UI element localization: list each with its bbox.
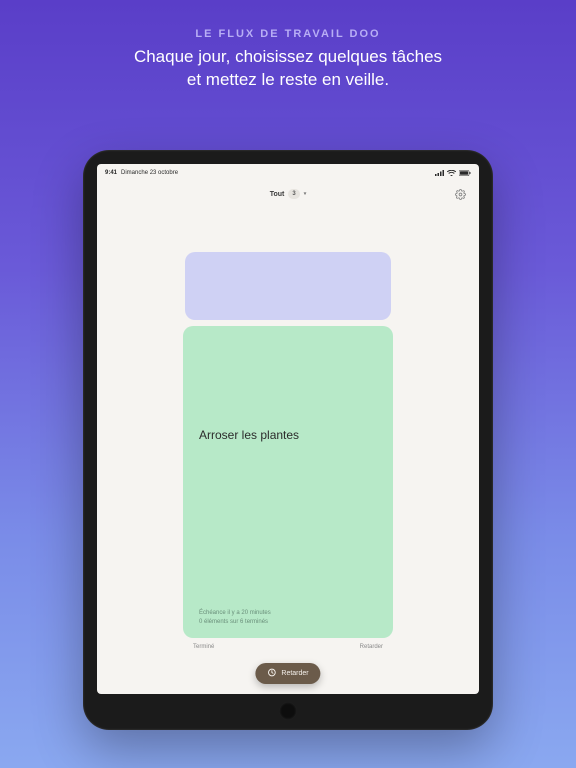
promo-headline: Chaque jour, choisissez quelques tâches … [20, 46, 556, 92]
card-stack: Arroser les plantes Échéance il y a 20 m… [183, 252, 393, 650]
promo-block: LE FLUX DE TRAVAIL DOO Chaque jour, choi… [0, 0, 576, 92]
clock-icon [267, 668, 276, 679]
action-complete[interactable]: Terminé [193, 644, 214, 650]
status-time: 9:41 [105, 170, 117, 176]
ipad-frame: 9:41 Dimanche 23 octobre Tout 3 ▾ [83, 150, 493, 730]
task-title: Arroser les plantes [199, 428, 377, 442]
snooze-pill-label: Retarder [281, 670, 308, 677]
action-snooze[interactable]: Retarder [360, 644, 383, 650]
filter-label: Tout [270, 191, 285, 198]
battery-icon [459, 170, 471, 176]
chevron-down-icon: ▾ [304, 191, 307, 197]
promo-eyebrow: LE FLUX DE TRAVAIL DOO [20, 28, 556, 40]
promo-headline-line2: et mettez le reste en veille. [187, 70, 389, 89]
task-due-text: Échéance il y a 20 minutes [199, 609, 377, 617]
settings-button[interactable] [453, 187, 467, 201]
filter-count-badge: 3 [288, 189, 299, 199]
app-header: Tout 3 ▾ [97, 178, 479, 210]
filter-dropdown[interactable]: Tout 3 ▾ [270, 189, 307, 199]
status-bar: 9:41 Dimanche 23 octobre [97, 164, 479, 178]
status-date: Dimanche 23 octobre [121, 170, 178, 176]
promo-headline-line1: Chaque jour, choisissez quelques tâches [134, 47, 442, 66]
status-bar-left: 9:41 Dimanche 23 octobre [105, 170, 178, 176]
ipad-home-button[interactable] [279, 702, 297, 720]
wifi-icon [447, 170, 456, 176]
task-meta: Échéance il y a 20 minutes 0 éléments su… [199, 609, 377, 626]
task-card-foreground[interactable]: Arroser les plantes Échéance il y a 20 m… [183, 326, 393, 638]
task-card-background[interactable] [185, 252, 391, 320]
signal-icon [435, 170, 444, 176]
snooze-pill-button[interactable]: Retarder [255, 663, 320, 684]
gear-icon [455, 189, 466, 200]
ipad-screen: 9:41 Dimanche 23 octobre Tout 3 ▾ [97, 164, 479, 694]
status-bar-right [435, 170, 471, 176]
task-progress-text: 0 éléments sur 6 terminés [199, 618, 377, 626]
card-actions-row: Terminé Retarder [183, 644, 393, 650]
